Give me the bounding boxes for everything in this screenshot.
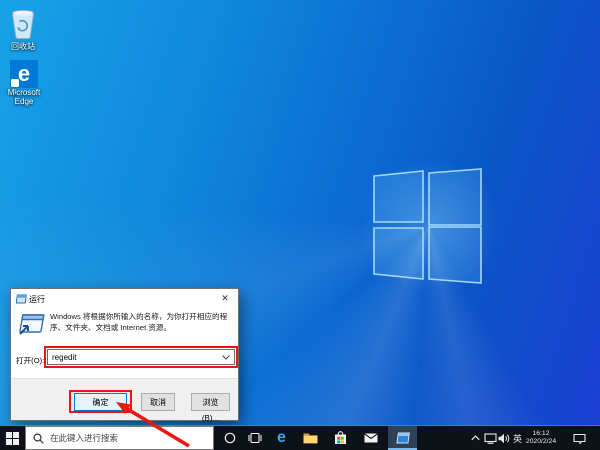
tray-date: 2020/2/24	[526, 438, 556, 447]
run-dialog-description: Windows 将根据你所输入的名称，为你打开相应的程序、文件夹、文档或 Int…	[50, 311, 234, 333]
task-view-icon	[248, 432, 262, 444]
file-explorer-button[interactable]	[298, 426, 323, 450]
open-field-label: 打开(O):	[16, 355, 44, 366]
network-icon[interactable]	[483, 426, 498, 450]
taskbar: 在此键入进行搜索 e	[0, 425, 600, 450]
tray-expand-icon[interactable]	[468, 426, 482, 450]
cortana-button[interactable]	[218, 426, 241, 450]
desktop-icon-microsoft-edge[interactable]: e Microsoft Edge	[0, 60, 50, 106]
tray-time: 16:12	[532, 430, 549, 439]
file-explorer-icon	[303, 432, 318, 444]
desktop-icon-label: 回收站	[11, 42, 35, 51]
edge-icon: e	[277, 429, 286, 447]
start-icon	[6, 432, 19, 445]
store-button[interactable]	[328, 426, 353, 450]
search-input[interactable]: 在此键入进行搜索	[25, 426, 214, 450]
run-dialog-title: 运行	[29, 294, 45, 305]
edge-taskbar-button[interactable]: e	[269, 426, 294, 450]
edge-logo-icon: e	[10, 60, 38, 88]
cortana-icon	[224, 432, 236, 444]
cancel-button[interactable]: 取消	[141, 393, 175, 411]
run-window-icon	[18, 314, 45, 335]
windows-logo	[371, 168, 484, 284]
run-dialog: 运行 ✕ Windows 将根据你所输入的名称，为你打开相应的程序、文件夹、文档…	[10, 288, 239, 421]
run-task-icon	[396, 432, 410, 444]
run-window-icon	[16, 294, 27, 304]
search-placeholder: 在此键入进行搜索	[50, 432, 118, 444]
mail-icon	[364, 433, 378, 443]
open-combobox[interactable]: regedit	[47, 349, 235, 365]
desktop-icon-recycle-bin[interactable]: 回收站	[0, 8, 49, 51]
browse-button[interactable]: 浏览(B)...	[191, 393, 230, 411]
tray-clock[interactable]: 16:12 2020/2/24	[524, 426, 558, 450]
ime-indicator[interactable]: 英	[511, 426, 524, 450]
volume-icon[interactable]	[497, 426, 511, 450]
combo-dropdown-icon[interactable]	[219, 351, 233, 363]
shortcut-overlay-icon	[11, 79, 19, 87]
start-button[interactable]	[0, 426, 25, 450]
task-view-button[interactable]	[243, 426, 266, 450]
desktop: 回收站 e Microsoft Edge 运行 ✕ Windows 将根据你所输…	[0, 0, 600, 450]
open-combobox-value: regedit	[52, 353, 76, 362]
mail-button[interactable]	[358, 426, 383, 450]
recycle-bin-icon	[8, 8, 38, 40]
ok-button[interactable]: 确定	[74, 393, 127, 411]
run-dialog-titlebar[interactable]: 运行 ✕	[11, 289, 238, 308]
store-icon	[334, 431, 347, 445]
ime-label: 英	[513, 432, 522, 445]
edge-glyph: e	[18, 61, 30, 86]
search-icon	[33, 433, 44, 444]
close-icon[interactable]: ✕	[212, 289, 238, 308]
run-taskbar-button-active[interactable]	[388, 426, 417, 450]
action-center-button[interactable]	[566, 426, 592, 450]
action-center-icon	[573, 433, 586, 444]
